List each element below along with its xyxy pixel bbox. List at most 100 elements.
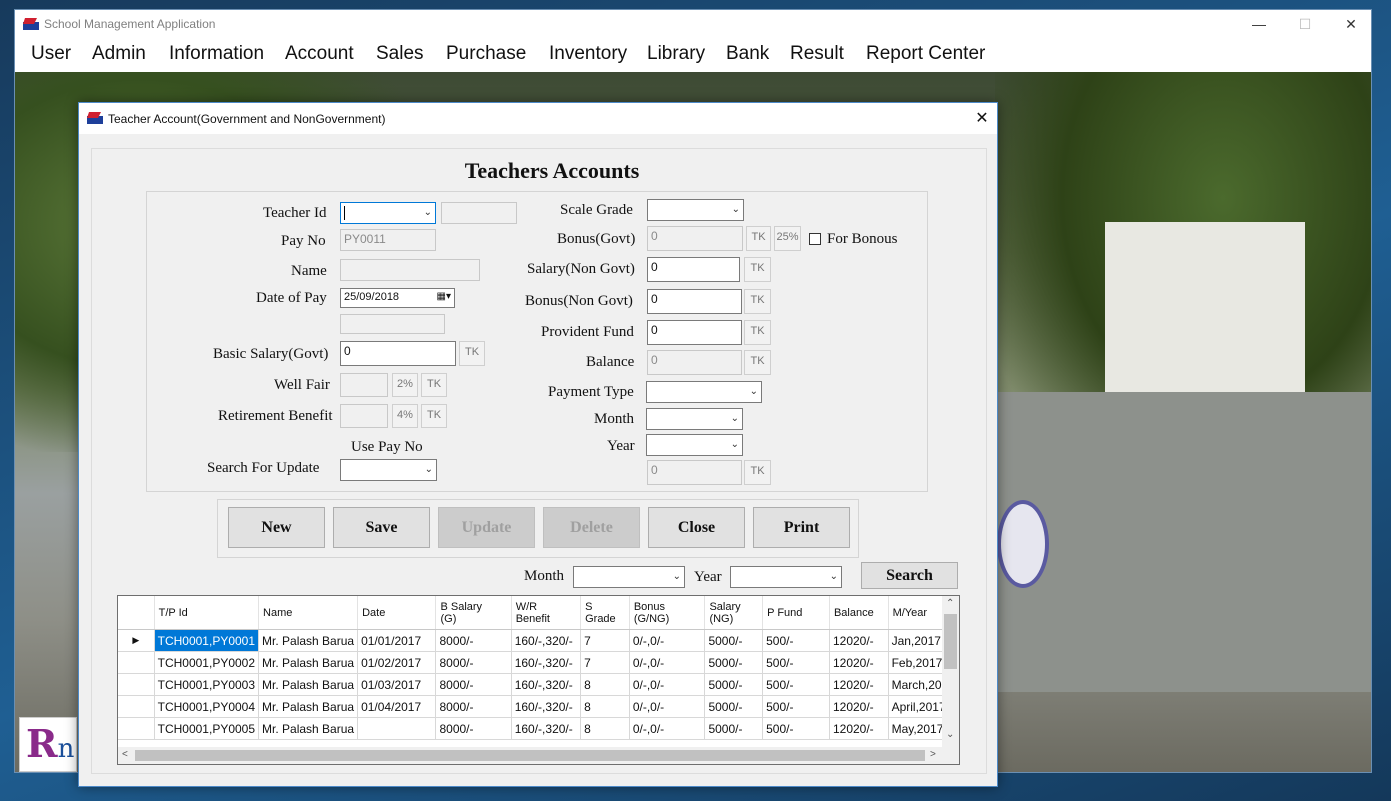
print-button[interactable]: Print <box>753 507 850 548</box>
table-cell[interactable]: 12020/- <box>829 695 889 718</box>
date-of-pay-picker[interactable]: 25/09/2018 ▦▾ <box>340 288 455 308</box>
filter-month-combobox[interactable]: ⌄ <box>573 566 685 588</box>
menu-user[interactable]: User <box>31 43 71 65</box>
filter-year-combobox[interactable]: ⌄ <box>730 566 842 588</box>
table-cell[interactable]: 5000/- <box>704 673 764 696</box>
table-cell[interactable]: TCH0001,PY0005 <box>154 717 260 740</box>
table-cell[interactable]: 0/-,0/- <box>629 695 706 718</box>
column-header[interactable]: Salary (NG) <box>704 596 764 630</box>
save-button[interactable]: Save <box>333 507 430 548</box>
delete-button[interactable]: Delete <box>543 507 640 548</box>
table-row[interactable]: TCH0001,PY0003 Mr. Palash Barua 01/03/2017… <box>118 673 959 696</box>
table-cell[interactable]: 12020/- <box>829 717 889 740</box>
month-combobox[interactable]: ⌄ <box>646 408 743 430</box>
update-button[interactable]: Update <box>438 507 535 548</box>
table-cell[interactable]: 500/- <box>762 673 830 696</box>
salary-non-govt-input[interactable]: 0 <box>647 257 740 282</box>
bonus-non-govt-input[interactable]: 0 <box>647 289 742 314</box>
search-button[interactable]: Search <box>861 562 958 589</box>
row-header-cell[interactable] <box>118 673 155 696</box>
table-cell[interactable]: 5000/- <box>704 717 764 740</box>
table-cell[interactable]: 8000/- <box>435 629 512 652</box>
basic-salary-input[interactable]: 0 <box>340 341 456 366</box>
menu-inventory[interactable]: Inventory <box>549 43 627 65</box>
row-header-cell[interactable] <box>118 717 155 740</box>
menu-library[interactable]: Library <box>647 43 705 65</box>
table-cell[interactable]: 8 <box>580 695 630 718</box>
table-cell[interactable]: 160/-,320/- <box>511 695 582 718</box>
table-cell[interactable]: Mr. Palash Barua <box>258 695 359 718</box>
menu-account[interactable]: Account <box>285 43 354 65</box>
year-combobox[interactable]: ⌄ <box>646 434 743 456</box>
menu-admin[interactable]: Admin <box>92 43 146 65</box>
table-cell[interactable]: 500/- <box>762 695 830 718</box>
table-cell[interactable]: Mr. Palash Barua <box>258 673 359 696</box>
table-row[interactable]: TCH0001,PY0002 Mr. Palash Barua 01/02/2017… <box>118 651 959 674</box>
menu-purchase[interactable]: Purchase <box>446 43 526 65</box>
menu-information[interactable]: Information <box>169 43 264 65</box>
close-app-button[interactable]: ✕ <box>1328 10 1371 39</box>
table-cell[interactable]: 01/02/2017 <box>357 651 437 674</box>
table-cell[interactable]: 160/-,320/- <box>511 651 582 674</box>
column-header[interactable]: Name <box>258 596 359 630</box>
column-header[interactable]: Balance <box>829 596 889 630</box>
table-cell[interactable]: TCH0001,PY0002 <box>154 651 260 674</box>
search-for-update-combobox[interactable]: ⌄ <box>340 459 437 481</box>
table-cell[interactable]: 01/03/2017 <box>357 673 437 696</box>
table-cell[interactable]: 01/01/2017 <box>357 629 437 652</box>
horizontal-scrollbar[interactable]: < > <box>118 747 959 764</box>
table-row[interactable]: TCH0001,PY0005 Mr. Palash Barua 8000/- 160/… <box>118 717 959 740</box>
table-cell[interactable]: 8000/- <box>435 695 512 718</box>
new-button[interactable]: New <box>228 507 325 548</box>
table-cell[interactable]: 0/-,0/- <box>629 717 706 740</box>
table-cell[interactable] <box>357 717 437 740</box>
table-cell[interactable]: 8000/- <box>435 673 512 696</box>
accounts-grid[interactable]: T/P Id Name Date B Salary (G) W/R Benefi… <box>117 595 960 765</box>
provident-fund-input[interactable]: 0 <box>647 320 742 345</box>
column-header[interactable]: T/P Id <box>154 596 260 630</box>
row-header-cell[interactable] <box>118 651 155 674</box>
horizontal-scroll-thumb[interactable] <box>135 750 925 761</box>
scroll-right-icon[interactable]: > <box>930 749 936 760</box>
scroll-down-icon[interactable]: ⌄ <box>946 729 954 740</box>
column-header[interactable]: W/R Benefit <box>511 596 582 630</box>
table-cell[interactable]: 12020/- <box>829 673 889 696</box>
column-header[interactable]: Date <box>357 596 437 630</box>
table-row[interactable]: TCH0001,PY0004 Mr. Palash Barua 01/04/2017… <box>118 695 959 718</box>
menu-sales[interactable]: Sales <box>376 43 424 65</box>
table-cell[interactable]: 0/-,0/- <box>629 673 706 696</box>
column-header[interactable]: S Grade <box>580 596 630 630</box>
table-cell[interactable]: 0/-,0/- <box>629 651 706 674</box>
minimize-button[interactable]: — <box>1236 10 1282 39</box>
vertical-scroll-thumb[interactable] <box>944 614 957 669</box>
table-cell[interactable]: 160/-,320/- <box>511 629 582 652</box>
column-header[interactable]: Bonus (G/NG) <box>629 596 706 630</box>
table-cell[interactable]: 500/- <box>762 717 830 740</box>
table-cell[interactable]: Mr. Palash Barua <box>258 651 359 674</box>
for-bonus-checkbox[interactable] <box>809 233 821 245</box>
menu-report-center[interactable]: Report Center <box>866 43 985 65</box>
close-button[interactable]: Close <box>648 507 745 548</box>
table-cell[interactable]: 12020/- <box>829 651 889 674</box>
scroll-left-icon[interactable]: < <box>122 749 128 760</box>
menu-bank[interactable]: Bank <box>726 43 769 65</box>
table-cell[interactable]: 7 <box>580 651 630 674</box>
table-cell[interactable]: 01/04/2017 <box>357 695 437 718</box>
table-cell[interactable]: 8 <box>580 717 630 740</box>
column-header[interactable]: P Fund <box>762 596 830 630</box>
row-header-cell[interactable] <box>118 695 155 718</box>
table-cell[interactable]: Mr. Palash Barua <box>258 629 359 652</box>
table-cell[interactable]: 500/- <box>762 629 830 652</box>
calendar-icon[interactable]: ▦▾ <box>437 291 451 302</box>
table-cell[interactable]: 8000/- <box>435 717 512 740</box>
table-cell[interactable]: Mr. Palash Barua <box>258 717 359 740</box>
table-cell[interactable]: 0/-,0/- <box>629 629 706 652</box>
menu-result[interactable]: Result <box>790 43 844 65</box>
vertical-scrollbar[interactable]: ⌃ ⌄ <box>942 596 959 747</box>
table-cell[interactable]: TCH0001,PY0003 <box>154 673 260 696</box>
table-row[interactable]: ▶ TCH0001,PY0001 Mr. Palash Barua 01/01/201… <box>118 629 959 652</box>
table-cell[interactable]: 12020/- <box>829 629 889 652</box>
row-header-cell[interactable]: ▶ <box>118 629 155 652</box>
scroll-up-icon[interactable]: ⌃ <box>946 598 954 609</box>
table-cell[interactable]: 160/-,320/- <box>511 717 582 740</box>
